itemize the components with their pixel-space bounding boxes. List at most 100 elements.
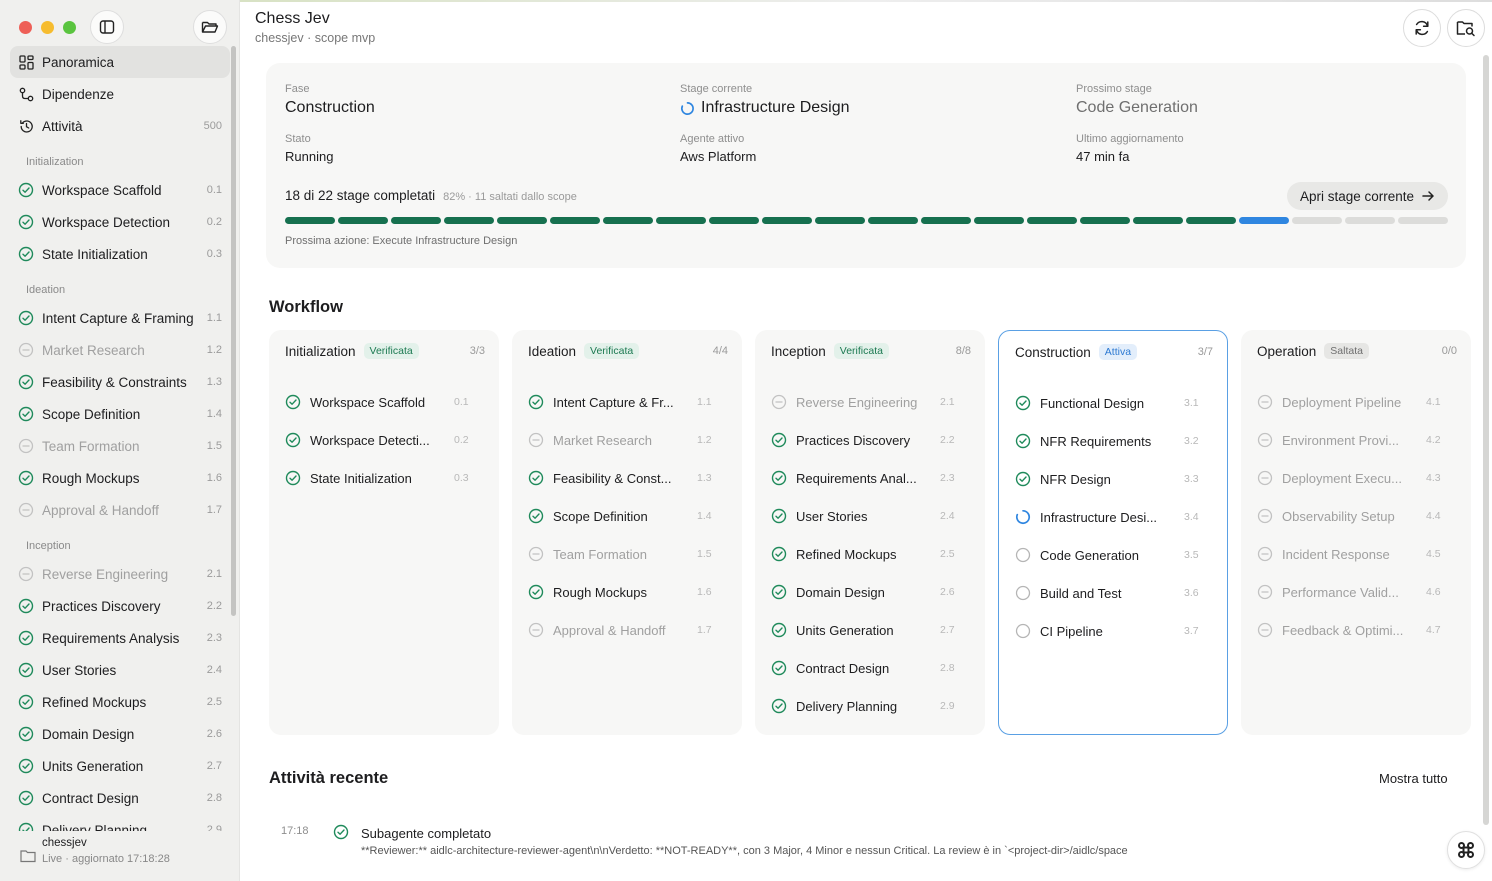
- spinner-icon: [681, 101, 694, 115]
- zoom-window-button[interactable]: [63, 21, 76, 34]
- sidebar-item-practices-discovery[interactable]: Practices Discovery 2.2: [10, 590, 230, 622]
- show-all-link[interactable]: Mostra tutto: [1379, 771, 1448, 786]
- stage-item-3-3[interactable]: NFR Design 3.3: [1015, 460, 1211, 498]
- stage-item-3-2[interactable]: NFR Requirements 3.2: [1015, 422, 1211, 460]
- stage-item-4-1[interactable]: Deployment Pipeline 4.1: [1257, 383, 1455, 421]
- progress-segment: [1292, 217, 1342, 224]
- toggle-sidebar-button[interactable]: [90, 10, 124, 44]
- sidebar-item-label: Domain Design: [42, 726, 135, 742]
- stage-item-1-6[interactable]: Rough Mockups 1.6: [528, 573, 726, 611]
- phase-card-inception[interactable]: Inception Verificata 8/8 Reverse Engineerin…: [755, 330, 985, 735]
- sidebar-item-workspace-detection[interactable]: Workspace Detection 0.2: [10, 206, 230, 238]
- stage-item-1-1[interactable]: Intent Capture & Fr... 1.1: [528, 383, 726, 421]
- sidebar-item-label: Scope Definition: [42, 406, 141, 422]
- sidebar-item-panoramica[interactable]: Panoramica: [10, 46, 230, 78]
- sidebar-item-team-formation[interactable]: Team Formation 1.5: [10, 430, 230, 462]
- stage-item-1-3[interactable]: Feasibility & Const... 1.3: [528, 459, 726, 497]
- stage-item-3-7[interactable]: CI Pipeline 3.7: [1015, 612, 1211, 650]
- stage-number: 3.3: [1184, 473, 1199, 485]
- stage-label: Requirements Anal...: [796, 470, 917, 486]
- sidebar-item-number: 1.2: [206, 344, 222, 356]
- main-scrollbar[interactable]: [1483, 55, 1489, 825]
- skipped-circle-icon: [18, 438, 34, 454]
- sidebar-item-approval-and-handoff[interactable]: Approval & Handoff 1.7: [10, 494, 230, 526]
- pending-circle-icon: [1015, 585, 1031, 601]
- sidebar-item-market-research[interactable]: Market Research 1.2: [10, 334, 230, 366]
- sidebar-item-scope-definition[interactable]: Scope Definition 1.4: [10, 398, 230, 430]
- phase-card-initialization[interactable]: Initialization Verificata 3/3 Workspace Sca…: [269, 330, 499, 735]
- search-folder-button[interactable]: [1447, 9, 1485, 47]
- stage-number: 2.4: [940, 510, 955, 522]
- stage-item-2-3[interactable]: Requirements Anal... 2.3: [771, 459, 969, 497]
- sidebar-item-label: Practices Discovery: [42, 598, 161, 614]
- sidebar-item-workspace-scaffold[interactable]: Workspace Scaffold 0.1: [10, 174, 230, 206]
- stage-label: Workspace Detecti...: [310, 432, 430, 448]
- sidebar-item-attivit[interactable]: Attività 500: [10, 110, 230, 142]
- stage-item-1-7[interactable]: Approval & Handoff 1.7: [528, 611, 726, 649]
- stage-item-4-2[interactable]: Environment Provi... 4.2: [1257, 421, 1455, 459]
- stage-number: 0.1: [454, 396, 469, 408]
- check-circle-icon: [18, 598, 34, 614]
- stage-item-4-7[interactable]: Feedback & Optimi... 4.7: [1257, 611, 1455, 649]
- stage-item-3-6[interactable]: Build and Test 3.6: [1015, 574, 1211, 612]
- phase-card-operation[interactable]: Operation Saltata 0/0 Deployment Pipeline 4.…: [1241, 330, 1471, 735]
- sidebar-item-state-initialization[interactable]: State Initialization 0.3: [10, 238, 230, 270]
- stage-item-3-5[interactable]: Code Generation 3.5: [1015, 536, 1211, 574]
- stage-item-2-1[interactable]: Reverse Engineering 2.1: [771, 383, 969, 421]
- open-current-stage-button[interactable]: Apri stage corrente: [1287, 182, 1448, 210]
- stage-item-4-3[interactable]: Deployment Execu... 4.3: [1257, 459, 1455, 497]
- stage-item-2-4[interactable]: User Stories 2.4: [771, 497, 969, 535]
- sidebar-item-intent-capture-and-framing[interactable]: Intent Capture & Framing 1.1: [10, 302, 230, 334]
- history-icon-wrap: [18, 118, 34, 134]
- stage-label: Reverse Engineering: [796, 394, 918, 410]
- stage-item-1-2[interactable]: Market Research 1.2: [528, 421, 726, 459]
- sidebar-item-requirements-analysis[interactable]: Requirements Analysis 2.3: [10, 622, 230, 654]
- status-icon: [18, 406, 34, 422]
- stage-item-2-2[interactable]: Practices Discovery 2.2: [771, 421, 969, 459]
- stage-item-2-8[interactable]: Contract Design 2.8: [771, 649, 969, 687]
- check-circle-icon: [528, 394, 544, 410]
- sidebar-item-domain-design[interactable]: Domain Design 2.6: [10, 718, 230, 750]
- stage-number: 2.3: [940, 472, 955, 484]
- check-circle-icon: [1015, 471, 1031, 487]
- progress-segment: [1345, 217, 1395, 224]
- sidebar-item-refined-mockups[interactable]: Refined Mockups 2.5: [10, 686, 230, 718]
- stage-item-2-5[interactable]: Refined Mockups 2.5: [771, 535, 969, 573]
- status-icon: [18, 214, 34, 230]
- stage-item-0-1[interactable]: Workspace Scaffold 0.1: [285, 383, 483, 421]
- refresh-button[interactable]: [1403, 9, 1441, 47]
- phase-name: Inception: [771, 343, 826, 359]
- stage-item-2-7[interactable]: Units Generation 2.7: [771, 611, 969, 649]
- page-subtitle: chessjev · scope mvp: [255, 31, 376, 45]
- phase-card-construction[interactable]: Construction Attiva 3/7 Functional Design 3.…: [998, 330, 1228, 735]
- stage-item-1-5[interactable]: Team Formation 1.5: [528, 535, 726, 573]
- minimize-window-button[interactable]: [41, 21, 54, 34]
- sidebar-item-dipendenze[interactable]: Dipendenze: [10, 78, 230, 110]
- stage-item-3-1[interactable]: Functional Design 3.1: [1015, 384, 1211, 422]
- sidebar-scrollbar[interactable]: [231, 46, 236, 616]
- stage-item-2-6[interactable]: Domain Design 2.6: [771, 573, 969, 611]
- phase-card-ideation[interactable]: Ideation Verificata 4/4 Intent Capture & Fr…: [512, 330, 742, 735]
- open-folder-button[interactable]: [193, 10, 227, 44]
- sidebar-item-feasibility-and-constraints[interactable]: Feasibility & Constraints 1.3: [10, 366, 230, 398]
- stage-item-3-4[interactable]: Infrastructure Desi... 3.4: [1015, 498, 1211, 536]
- check-circle-icon: [18, 726, 34, 742]
- stage-item-2-9[interactable]: Delivery Planning 2.9: [771, 687, 969, 725]
- stage-item-0-2[interactable]: Workspace Detecti... 0.2: [285, 421, 483, 459]
- sidebar-item-user-stories[interactable]: User Stories 2.4: [10, 654, 230, 686]
- close-window-button[interactable]: [19, 21, 32, 34]
- stage-item-4-5[interactable]: Incident Response 4.5: [1257, 535, 1455, 573]
- sidebar-item-reverse-engineering[interactable]: Reverse Engineering 2.1: [10, 558, 230, 590]
- stage-item-4-4[interactable]: Observability Setup 4.4: [1257, 497, 1455, 535]
- command-button[interactable]: [1447, 831, 1485, 869]
- sidebar-item-contract-design[interactable]: Contract Design 2.8: [10, 782, 230, 814]
- sidebar-item-units-generation[interactable]: Units Generation 2.7: [10, 750, 230, 782]
- progress-segment: [391, 217, 441, 224]
- activity-heading[interactable]: Subagente completato: [361, 826, 491, 841]
- stage-number: 4.4: [1426, 510, 1441, 522]
- stage-number: 4.3: [1426, 472, 1441, 484]
- stage-item-4-6[interactable]: Performance Valid... 4.6: [1257, 573, 1455, 611]
- sidebar-item-rough-mockups[interactable]: Rough Mockups 1.6: [10, 462, 230, 494]
- stage-item-1-4[interactable]: Scope Definition 1.4: [528, 497, 726, 535]
- stage-item-0-3[interactable]: State Initialization 0.3: [285, 459, 483, 497]
